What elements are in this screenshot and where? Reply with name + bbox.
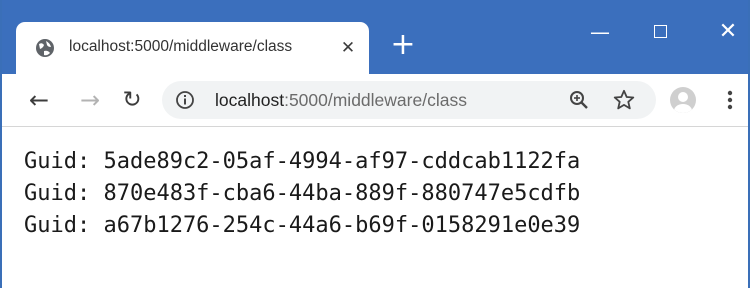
url-host: localhost (215, 90, 285, 110)
url-path: :5000/middleware/class (284, 90, 467, 110)
reload-button[interactable]: ↻ (120, 88, 144, 112)
maximize-button[interactable] (648, 20, 672, 44)
globe-icon (36, 39, 54, 57)
tab-close-icon[interactable]: ✕ (338, 38, 358, 58)
address-bar[interactable]: localhost:5000/middleware/class (162, 81, 656, 119)
guid-line: Guid: 5ade89c2-05af-4994-af97-cddcab1122… (24, 149, 581, 174)
forward-button[interactable]: → (78, 88, 102, 112)
maximize-icon (653, 25, 667, 38)
info-icon[interactable] (175, 90, 195, 110)
minimize-button[interactable]: — (588, 20, 612, 44)
toolbar: ← → ↻ localhost:5000/middleware/class (2, 74, 748, 127)
browser-tab[interactable]: localhost:5000/middleware/class ✕ (16, 22, 369, 74)
star-icon[interactable] (612, 88, 636, 112)
new-tab-button[interactable]: + (388, 30, 418, 60)
back-button[interactable]: ← (27, 88, 51, 112)
guid-line: Guid: 870e483f-cba6-44ba-889f-880747e5cd… (24, 181, 581, 206)
url-text[interactable]: localhost:5000/middleware/class (215, 90, 467, 111)
avatar[interactable] (670, 87, 696, 113)
profile-icon (674, 92, 692, 113)
tab-title: localhost:5000/middleware/class (69, 38, 293, 55)
page-content: Guid: 5ade89c2-05af-4994-af97-cddcab1122… (24, 146, 580, 242)
close-window-button[interactable]: ✕ (716, 20, 740, 44)
menu-icon[interactable] (720, 88, 740, 112)
title-bar: localhost:5000/middleware/class ✕ + — ✕ (2, 0, 748, 74)
browser-window: localhost:5000/middleware/class ✕ + — ✕ … (0, 0, 750, 288)
guid-line: Guid: a67b1276-254c-44a6-b69f-0158291e0e… (24, 213, 581, 238)
zoom-icon[interactable] (568, 89, 590, 111)
